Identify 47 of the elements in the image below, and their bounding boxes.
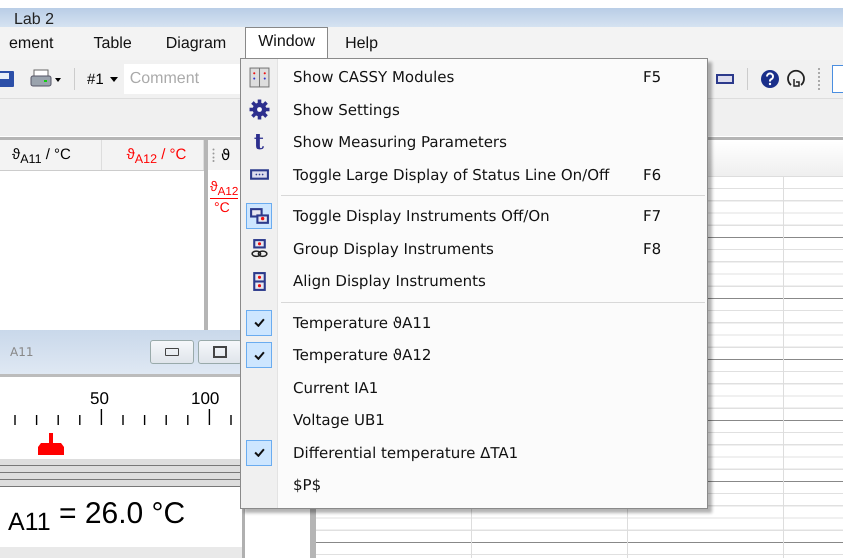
check-mark [246,342,272,368]
display-instruments-icon [246,203,272,230]
menu-item[interactable]: ement [0,28,64,60]
restore-button[interactable] [198,340,242,364]
help-icon[interactable] [760,69,780,89]
comment-field[interactable]: Comment [124,64,240,94]
menu-item[interactable]: Temperature ϑA11 [241,306,707,339]
menu-item[interactable]: Differential temperature ΔTA1 [241,436,707,469]
menu-item[interactable]: Window [245,27,328,60]
minimize-button[interactable] [150,340,194,364]
menu-item[interactable]: Diagram [154,28,238,60]
check-mark [246,310,272,336]
menu-item[interactable]: Voltage UB1 [241,404,707,436]
window-title: Lab 2 [13,13,54,27]
printer-icon[interactable] [30,69,62,89]
pointer-icon [38,433,64,455]
grip-icon[interactable] [212,148,215,162]
menu-item[interactable]: Show CASSY Modules F5 [241,61,707,94]
instrument-title: A11 [9,345,34,359]
menu-item[interactable]: $P$ [241,469,707,502]
reading-value: $_{A11}$ = 26.0 °C [7,497,186,537]
menu-item[interactable]: Table [82,28,143,60]
caret-icon[interactable] [110,76,118,82]
menu-item[interactable]: Help [334,28,389,60]
column-header[interactable]: ϑ [221,146,230,164]
menu-item[interactable]: t Show Measuring Parameters [241,126,707,158]
check-mark [246,440,272,466]
scale-label: 100 [191,389,220,409]
scale-label: 50 [90,389,109,409]
menu-item[interactable]: Group Display Instruments F8 [241,232,707,265]
channel-selector[interactable]: #1 [87,70,104,88]
menu-item[interactable]: Toggle Display Instruments Off/On F7 [241,200,707,232]
toolbar-button[interactable] [832,65,843,93]
menu-item[interactable]: Temperature ϑA12 [241,339,707,372]
modules-icon [248,66,270,88]
column-label: ϑ$_{A12}$ [210,170,238,199]
menu-item[interactable]: Show Settings [241,94,707,126]
linked-displays-icon [248,238,270,260]
circle-icon[interactable] [786,69,806,89]
menu-item[interactable]: Current IA1 [241,372,707,404]
save-icon[interactable] [0,69,16,89]
menu-item[interactable]: Toggle Large Display of Status Line On/Off F6 [241,158,707,191]
column-header[interactable]: ϑ$_{A11}$ / °C [0,140,102,170]
menu-item[interactable]: Align Display Instruments [241,265,707,298]
parameters-icon: t [254,131,264,154]
unit-label: °C [213,198,230,215]
column-header[interactable]: ϑ$_{A12}$ / °C [102,140,204,170]
